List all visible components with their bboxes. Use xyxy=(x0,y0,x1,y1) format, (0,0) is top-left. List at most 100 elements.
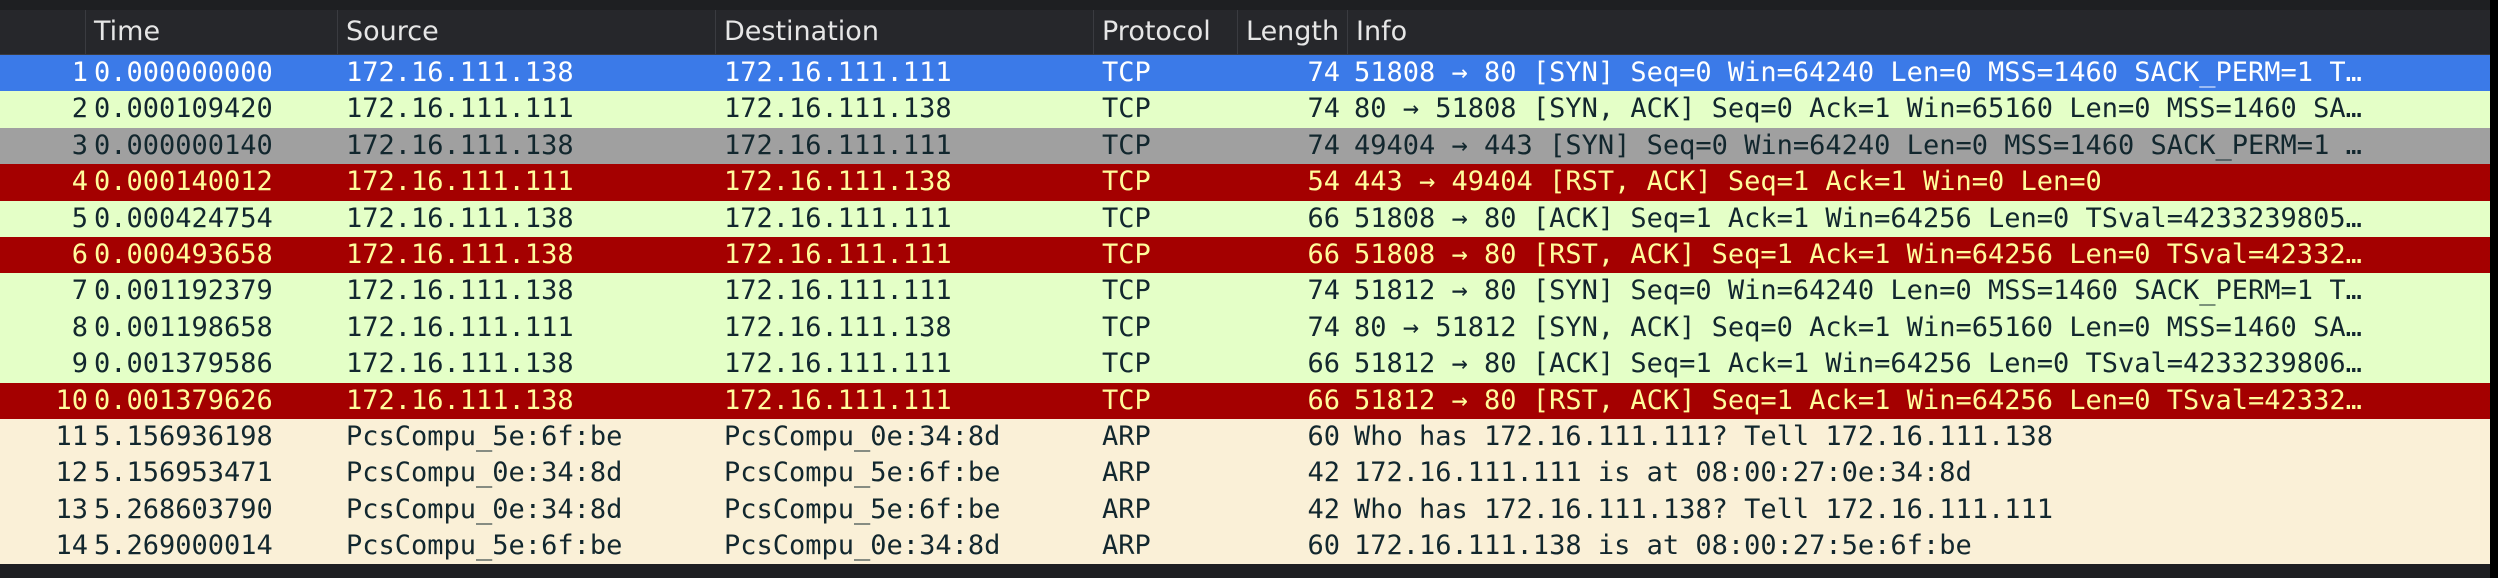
packet-info: 51808 → 80 [RST, ACK] Seq=1 Ack=1 Win=64… xyxy=(1354,238,2362,270)
packet-source: 172.16.111.138 xyxy=(346,238,574,270)
packet-number: 13 xyxy=(55,493,88,525)
packet-destination: 172.16.111.138 xyxy=(724,311,952,343)
column-header-no[interactable] xyxy=(0,10,86,54)
packet-source: PcsCompu_5e:6f:be xyxy=(346,530,623,562)
table-row[interactable]: 13 5.268603790 PcsCompu_0e:34:8d PcsCompu_5… xyxy=(0,491,2490,529)
packet-source: 172.16.111.138 xyxy=(346,348,574,380)
packet-source: PcsCompu_0e:34:8d xyxy=(346,457,623,489)
packet-length: 42 xyxy=(1307,493,1340,525)
table-row[interactable]: 10 0.001379626 172.16.111.138 172.16.111.11… xyxy=(0,382,2490,419)
packet-length: 74 xyxy=(1307,311,1340,343)
packet-time: 0.000000000 xyxy=(94,57,273,88)
packet-time: 5.156936198 xyxy=(94,420,273,452)
packet-protocol: TCP xyxy=(1102,129,1151,161)
packet-destination: 172.16.111.111 xyxy=(724,275,952,307)
packet-info: 51808 → 80 [ACK] Seq=1 Ack=1 Win=64256 L… xyxy=(1354,202,2362,234)
packet-destination: 172.16.111.111 xyxy=(724,129,952,161)
table-row[interactable]: 3 0.000000140 172.16.111.138 172.16.111.111… xyxy=(0,127,2490,165)
column-header-source[interactable]: Source xyxy=(338,10,716,54)
packet-destination: 172.16.111.111 xyxy=(724,202,952,234)
packet-destination: 172.16.111.111 xyxy=(724,57,952,88)
column-header-length[interactable]: Length xyxy=(1238,10,1348,54)
packet-length: 60 xyxy=(1307,420,1340,452)
packet-length: 54 xyxy=(1307,166,1340,198)
packet-protocol: ARP xyxy=(1102,493,1151,525)
table-row[interactable]: 2 0.000109420 172.16.111.111 172.16.111.138… xyxy=(0,91,2490,128)
packet-info: Who has 172.16.111.138? Tell 172.16.111.… xyxy=(1354,493,2053,525)
packet-info: 49404 → 443 [SYN] Seq=0 Win=64240 Len=0 … xyxy=(1354,129,2362,161)
column-header-protocol[interactable]: Protocol xyxy=(1094,10,1238,54)
packet-number: 11 xyxy=(55,420,88,452)
packet-number: 4 xyxy=(71,166,88,198)
packet-rows: 1 0.000000000 172.16.111.138 172.16.111.111… xyxy=(0,55,2490,565)
packet-length: 66 xyxy=(1307,348,1340,380)
packet-source: PcsCompu_5e:6f:be xyxy=(346,420,623,452)
packet-list-header: Time Source Destination Protocol Length … xyxy=(0,10,2490,55)
packet-protocol: TCP xyxy=(1102,275,1151,307)
packet-number: 7 xyxy=(71,275,88,307)
packet-number: 2 xyxy=(71,93,88,125)
table-row[interactable]: 6 0.000493658 172.16.111.138 172.16.111.111… xyxy=(0,236,2490,274)
packet-length: 74 xyxy=(1307,57,1340,88)
packet-length: 60 xyxy=(1307,530,1340,562)
table-row[interactable]: 1 0.000000000 172.16.111.138 172.16.111.111… xyxy=(0,55,2490,92)
packet-number: 12 xyxy=(55,457,88,489)
column-header-time[interactable]: Time xyxy=(86,10,338,54)
packet-protocol: TCP xyxy=(1102,311,1151,343)
packet-time: 0.001379626 xyxy=(94,384,273,416)
packet-protocol: ARP xyxy=(1102,420,1151,452)
packet-protocol: ARP xyxy=(1102,530,1151,562)
packet-number: 10 xyxy=(55,384,88,416)
packet-info: 172.16.111.111 is at 08:00:27:0e:34:8d xyxy=(1354,457,1972,489)
packet-number: 14 xyxy=(55,530,88,562)
packet-time: 5.268603790 xyxy=(94,493,273,525)
packet-time: 0.001192379 xyxy=(94,275,273,307)
table-row[interactable]: 7 0.001192379 172.16.111.138 172.16.111.111… xyxy=(0,273,2490,310)
packet-info: 51812 → 80 [RST, ACK] Seq=1 Ack=1 Win=64… xyxy=(1354,384,2362,416)
packet-info: 51808 → 80 [SYN] Seq=0 Win=64240 Len=0 M… xyxy=(1354,57,2362,88)
packet-number: 8 xyxy=(71,311,88,343)
packet-protocol: TCP xyxy=(1102,202,1151,234)
packet-time: 5.269000014 xyxy=(94,530,273,562)
packet-source: 172.16.111.111 xyxy=(346,166,574,198)
packet-destination: PcsCompu_0e:34:8d xyxy=(724,530,1001,562)
table-row[interactable]: 12 5.156953471 PcsCompu_0e:34:8d PcsCompu_5… xyxy=(0,455,2490,492)
packet-destination: PcsCompu_5e:6f:be xyxy=(724,493,1001,525)
packet-length: 66 xyxy=(1307,238,1340,270)
table-row[interactable]: 9 0.001379586 172.16.111.138 172.16.111.111… xyxy=(0,346,2490,383)
packet-number: 9 xyxy=(71,348,88,380)
table-row[interactable]: 14 5.269000014 PcsCompu_5e:6f:be PcsCompu_0… xyxy=(0,528,2490,565)
packet-protocol: TCP xyxy=(1102,166,1151,198)
packet-time: 0.001198658 xyxy=(94,311,273,343)
table-row[interactable]: 11 5.156936198 PcsCompu_5e:6f:be PcsCompu_0… xyxy=(0,418,2490,456)
packet-protocol: ARP xyxy=(1102,457,1151,489)
packet-source: 172.16.111.138 xyxy=(346,275,574,307)
packet-info: 80 → 51812 [SYN, ACK] Seq=0 Ack=1 Win=65… xyxy=(1354,311,2362,343)
table-row[interactable]: 4 0.000140012 172.16.111.111 172.16.111.138… xyxy=(0,164,2490,201)
packet-number: 6 xyxy=(71,238,88,270)
packet-time: 5.156953471 xyxy=(94,457,273,489)
packet-info: 80 → 51808 [SYN, ACK] Seq=0 Ack=1 Win=65… xyxy=(1354,93,2362,125)
packet-destination: 172.16.111.111 xyxy=(724,348,952,380)
table-row[interactable]: 8 0.001198658 172.16.111.111 172.16.111.138… xyxy=(0,309,2490,347)
packet-length: 74 xyxy=(1307,275,1340,307)
packet-length: 42 xyxy=(1307,457,1340,489)
packet-info: Who has 172.16.111.111? Tell 172.16.111.… xyxy=(1354,420,2053,452)
packet-number: 3 xyxy=(71,129,88,161)
packet-source: 172.16.111.111 xyxy=(346,93,574,125)
packet-list-pane: Time Source Destination Protocol Length … xyxy=(0,0,2490,578)
table-row[interactable]: 5 0.000424754 172.16.111.138 172.16.111.111… xyxy=(0,200,2490,237)
packet-protocol: TCP xyxy=(1102,348,1151,380)
packet-source: 172.16.111.138 xyxy=(346,57,574,88)
column-header-destination[interactable]: Destination xyxy=(716,10,1094,54)
packet-destination: 172.16.111.138 xyxy=(724,166,952,198)
packet-source: 172.16.111.111 xyxy=(346,311,574,343)
packet-destination: 172.16.111.111 xyxy=(724,238,952,270)
packet-destination: 172.16.111.111 xyxy=(724,384,952,416)
packet-protocol: TCP xyxy=(1102,238,1151,270)
packet-protocol: TCP xyxy=(1102,57,1151,88)
packet-info: 51812 → 80 [ACK] Seq=1 Ack=1 Win=64256 L… xyxy=(1354,348,2362,380)
packet-length: 74 xyxy=(1307,129,1340,161)
column-header-info[interactable]: Info xyxy=(1348,10,2490,54)
packet-time: 0.000000140 xyxy=(94,129,273,161)
